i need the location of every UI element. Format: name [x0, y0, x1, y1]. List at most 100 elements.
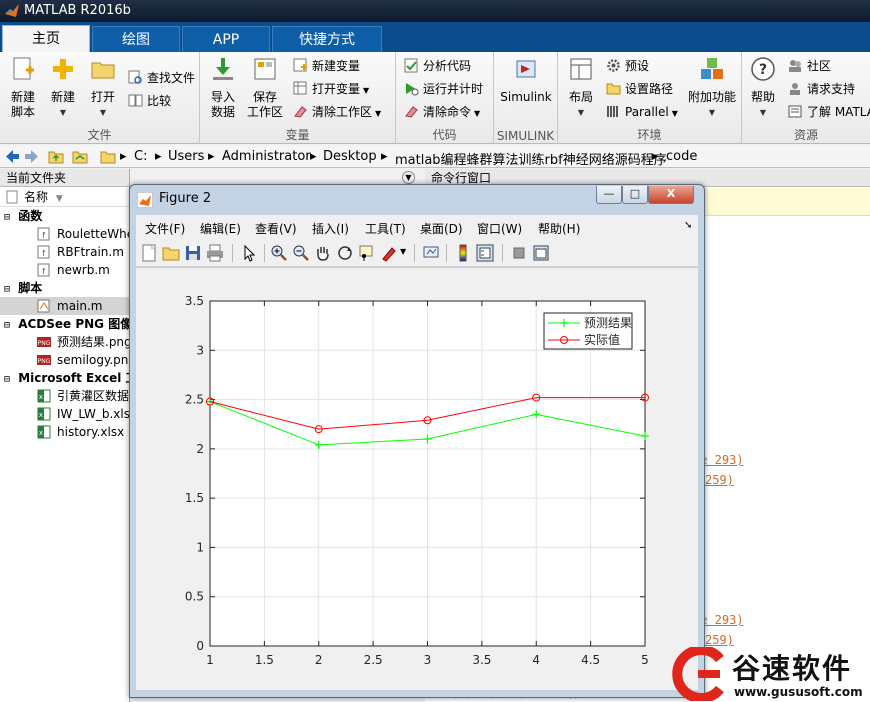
simulink-button[interactable]: Simulink — [498, 56, 554, 120]
preferences-button[interactable]: 预设 — [606, 56, 649, 76]
list-item[interactable]: f RBFtrain.m — [0, 243, 129, 261]
list-item[interactable]: fRouletteWheelSelection.m — [0, 225, 129, 243]
group-excel-sheets[interactable]: ⊟ Microsoft Excel 工作表 — [0, 369, 129, 387]
pointer-icon[interactable] — [240, 244, 258, 262]
group-functions[interactable]: ⊟ 函数 — [0, 207, 129, 225]
y-tick-label: 1 — [196, 540, 204, 554]
tab-apps[interactable]: APP — [182, 26, 270, 52]
new-variable-button[interactable]: 新建变量 — [293, 56, 360, 76]
ribbon-section-environment: 布局 ▼ 预设 设置路径 Parallel ▼ 附加功能 ▼ 环境 — [558, 52, 742, 144]
browse-folder-icon[interactable] — [72, 149, 88, 164]
analyze-code-button[interactable]: 分析代码 — [404, 56, 471, 76]
request-support-button[interactable]: 请求支持 — [788, 79, 855, 99]
community-button[interactable]: 社区 — [788, 56, 831, 76]
figure-title-bar[interactable]: Figure 2 — □ X — [130, 185, 704, 213]
tab-shortcuts[interactable]: 快捷方式 — [272, 26, 382, 52]
menu-file[interactable]: 文件(F) — [145, 220, 185, 237]
brush-icon[interactable] — [380, 244, 398, 262]
y-tick-label: 0.5 — [185, 590, 204, 604]
toolbar-separator — [264, 244, 265, 262]
menu-view[interactable]: 查看(V) — [255, 220, 297, 237]
group-png-images[interactable]: ⊟ ACDSee PNG 图像 — [0, 315, 129, 333]
learn-matlab-button[interactable]: 了解 MATLAB — [788, 102, 870, 122]
help-button[interactable]: ? 帮助 ▼ — [742, 56, 784, 120]
group-scripts[interactable]: ⊟ 脚本 — [0, 279, 129, 297]
hide-plot-tools-icon[interactable] — [510, 244, 528, 262]
tab-home[interactable]: 主页 — [2, 25, 90, 52]
breadcrumb-item[interactable]: Administrator — [222, 149, 311, 164]
save-icon[interactable] — [184, 244, 202, 262]
layout-button[interactable]: 布局 ▼ — [560, 56, 602, 120]
panel-menu-icon[interactable]: ▼ — [402, 171, 415, 184]
colorbar-icon[interactable] — [454, 244, 472, 262]
list-item[interactable]: f newrb.m — [0, 261, 129, 279]
list-item[interactable]: xIW_LW_b.xlsx — [0, 405, 129, 423]
list-item[interactable]: PNG 预测结果.png — [0, 333, 129, 351]
import-data-button[interactable]: 导入 数据 — [202, 56, 244, 120]
collapse-icon[interactable]: ⊟ — [4, 281, 14, 297]
section-label-file: 文件 — [87, 128, 112, 142]
legend-icon[interactable] — [476, 244, 494, 262]
collapse-icon[interactable]: ⊟ — [4, 371, 14, 387]
pan-hand-icon[interactable] — [314, 244, 332, 262]
line-chart[interactable]: 1 1.5 2 2.5 3 3.5 4 4.5 5 0 0.5 1 1.5 2 2.5 3 3.5 预测结果实际值 — [136, 268, 698, 690]
minimize-button[interactable]: — — [596, 186, 622, 204]
run-and-time-button[interactable]: 运行并计时 — [404, 79, 483, 99]
name-column-header[interactable]: 名称 ▼ — [0, 187, 129, 207]
tab-plots[interactable]: 绘图 — [92, 26, 180, 52]
breadcrumb-item[interactable]: matlab编程蜂群算法训练rbf神经网络源码程序 — [395, 149, 667, 168]
zoom-in-icon[interactable] — [270, 244, 288, 262]
chevron-down-icon[interactable]: ▼ — [400, 247, 406, 256]
set-path-button[interactable]: 设置路径 — [606, 79, 673, 99]
open-button[interactable]: 打开 ▼ — [82, 56, 124, 120]
menu-help[interactable]: 帮助(H) — [538, 220, 580, 237]
collapse-icon[interactable]: ⊟ — [4, 317, 14, 333]
open-variable-button[interactable]: 打开变量 ▼ — [293, 79, 369, 99]
figure-toolbar: ▼ — [136, 239, 698, 267]
maximize-button[interactable]: □ — [622, 186, 648, 204]
new-figure-icon[interactable] — [140, 244, 158, 262]
clear-workspace-button[interactable]: 清除工作区 ▼ — [293, 102, 381, 122]
addons-button[interactable]: 附加功能 ▼ — [686, 56, 738, 120]
menu-window[interactable]: 窗口(W) — [477, 220, 522, 237]
collapse-icon[interactable]: ⊟ — [4, 209, 14, 225]
list-item[interactable]: main.m — [0, 297, 129, 315]
menu-insert[interactable]: 插入(I) — [312, 220, 349, 237]
chevron-down-icon: ▼ — [474, 109, 481, 118]
find-files-button[interactable]: 查找文件 — [128, 68, 195, 88]
figure-canvas[interactable]: 1 1.5 2 2.5 3 3.5 4 4.5 5 0 0.5 1 1.5 2 2.5 3 3.5 预测结果 实际值 — [136, 268, 698, 690]
menu-desktop[interactable]: 桌面(D) — [420, 220, 463, 237]
figure-title: Figure 2 — [159, 191, 212, 206]
dock-arrow-icon[interactable]: ➘ — [684, 220, 692, 231]
close-button[interactable]: X — [648, 186, 694, 204]
clear-commands-button[interactable]: 清除命令 ▼ — [404, 102, 480, 122]
menu-tools[interactable]: 工具(T) — [365, 220, 406, 237]
breadcrumb-item[interactable]: Users — [168, 149, 204, 164]
compare-button[interactable]: 比较 — [128, 91, 171, 111]
y-tick-label: 1.5 — [185, 491, 204, 505]
breadcrumb-item[interactable]: code — [666, 149, 697, 164]
list-item[interactable]: PNG semilogy.png — [0, 351, 129, 369]
list-item[interactable]: x引黄灌区数据.xlsx — [0, 387, 129, 405]
rotate-3d-icon[interactable] — [336, 244, 354, 262]
forward-arrow-icon[interactable] — [24, 149, 40, 164]
print-icon[interactable] — [206, 244, 224, 262]
up-folder-icon[interactable] — [48, 149, 64, 164]
save-workspace-button[interactable]: 保存 工作区 — [244, 56, 286, 120]
new-button[interactable]: 新建 ▼ — [42, 56, 84, 120]
show-plot-tools-icon[interactable] — [532, 244, 550, 262]
parallel-button[interactable]: Parallel ▼ — [606, 102, 678, 122]
ribbon: 新建 脚本 新建 ▼ 打开 ▼ 查找文件 比较 文件 导入 数据 保存 工作区 — [0, 52, 870, 144]
error-line-link[interactable]: 259) — [705, 473, 734, 487]
data-cursor-icon[interactable] — [358, 244, 376, 262]
menu-edit[interactable]: 编辑(E) — [200, 220, 241, 237]
list-item[interactable]: x history.xlsx — [0, 423, 129, 441]
excel-file-icon: x — [37, 407, 51, 421]
breadcrumb-item[interactable]: Desktop — [323, 149, 377, 164]
new-script-button[interactable]: 新建 脚本 — [2, 56, 44, 120]
breadcrumb-item[interactable]: C: — [134, 149, 147, 164]
back-arrow-icon[interactable] — [4, 149, 20, 164]
open-file-icon[interactable] — [162, 244, 180, 262]
link-plot-icon[interactable] — [422, 244, 440, 262]
zoom-out-icon[interactable] — [292, 244, 310, 262]
